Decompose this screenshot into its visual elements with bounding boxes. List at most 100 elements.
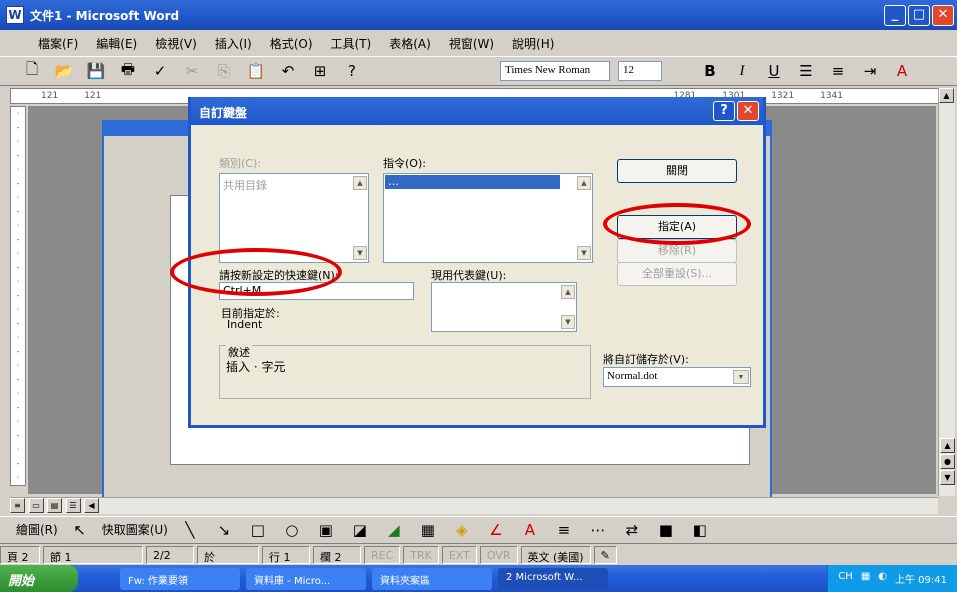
status-ext[interactable]: EXT xyxy=(441,545,477,564)
outline-view-icon[interactable]: ☰ xyxy=(65,498,81,513)
table-icon[interactable]: ⊞ xyxy=(308,62,332,80)
paste-icon[interactable]: 📋 xyxy=(244,62,268,80)
font-size-select[interactable]: 12 xyxy=(618,61,662,81)
list-down-icon[interactable]: ▼ xyxy=(577,246,591,260)
menu-help[interactable]: 說明(H) xyxy=(512,35,554,52)
ime-icon[interactable]: ▦ xyxy=(861,571,870,586)
autoshapes-menu[interactable]: 快取圖案(U) xyxy=(102,521,168,538)
status-trk[interactable]: TRK xyxy=(403,545,439,564)
oval-icon[interactable]: ○ xyxy=(280,521,304,539)
menu-format[interactable]: 格式(O) xyxy=(270,35,313,52)
open-folder-icon[interactable]: 📂 xyxy=(52,62,76,80)
normal-view-icon[interactable]: ≡ xyxy=(10,498,25,513)
start-button[interactable]: 開始 xyxy=(0,565,78,592)
line-icon[interactable]: ╲ xyxy=(178,521,202,539)
undo-icon[interactable]: ↶ xyxy=(276,62,300,80)
bold-icon[interactable]: B xyxy=(698,62,722,80)
category-item: 共用目錄 xyxy=(223,179,267,192)
minimize-button[interactable]: _ xyxy=(884,5,906,26)
spelling-icon[interactable]: ✓ xyxy=(148,62,172,80)
dialog-close-button[interactable]: ✕ xyxy=(737,101,759,121)
list-up-icon[interactable]: ▲ xyxy=(561,285,575,299)
fill-color-icon[interactable]: ◈ xyxy=(450,521,474,539)
underline-icon[interactable]: U xyxy=(762,62,786,80)
menu-file[interactable]: 檔案(F) xyxy=(38,35,78,52)
new-document-icon[interactable]: 🗋 xyxy=(20,59,44,84)
prev-page-icon[interactable]: ▲ xyxy=(940,438,955,453)
numbering-icon[interactable]: ☰ xyxy=(794,62,818,80)
textbox-icon[interactable]: ▣ xyxy=(314,521,338,539)
status-ovr[interactable]: OVR xyxy=(479,545,518,564)
command-list[interactable]: … ▲ ▼ xyxy=(383,173,593,263)
draw-menu[interactable]: 繪圖(R) xyxy=(16,521,58,538)
system-tray: CH ▦ ◐ 上午 09:41 xyxy=(827,565,957,592)
line-color-icon[interactable]: ∠ xyxy=(484,521,508,539)
list-up-icon[interactable]: ▲ xyxy=(577,176,591,190)
print-view-icon[interactable]: ▤ xyxy=(47,498,62,513)
draw-font-color-icon[interactable]: A xyxy=(518,521,542,539)
taskbar-item[interactable]: Fw: 作業要領 xyxy=(120,567,240,590)
next-page-icon[interactable]: ▼ xyxy=(940,470,955,485)
cut-icon[interactable]: ✂ xyxy=(180,62,204,80)
italic-icon[interactable]: I xyxy=(730,63,754,80)
clipart-icon[interactable]: ◢ xyxy=(382,521,406,539)
menu-bar: 檔案(F) 編輯(E) 檢視(V) 插入(I) 格式(O) 工具(T) 表格(A… xyxy=(0,30,957,56)
network-icon[interactable]: ◐ xyxy=(878,571,887,586)
font-size-value: 12 xyxy=(623,64,634,76)
line-style-icon[interactable]: ≡ xyxy=(552,521,576,539)
wordart-icon[interactable]: ◪ xyxy=(348,521,372,539)
save-icon[interactable]: 💾 xyxy=(84,62,108,80)
scroll-left-icon[interactable]: ◀ xyxy=(84,498,99,513)
status-rec[interactable]: REC xyxy=(364,545,401,564)
close-button[interactable]: ✕ xyxy=(932,5,954,26)
bullets-icon[interactable]: ≡ xyxy=(826,62,850,80)
status-page: 頁 2 xyxy=(0,545,40,564)
taskbar-item[interactable]: 資料夾案區 xyxy=(372,567,492,590)
menu-window[interactable]: 視窗(W) xyxy=(449,35,494,52)
current-keys-list[interactable]: ▲ ▼ xyxy=(431,282,577,332)
taskbar-item-active[interactable]: 2 Microsoft W... xyxy=(498,567,608,590)
status-col: 欄 2 xyxy=(313,545,361,564)
copy-icon[interactable]: ⎘ xyxy=(212,62,236,80)
picture-icon[interactable]: ▦ xyxy=(416,521,440,539)
rectangle-icon[interactable]: □ xyxy=(246,521,270,539)
scroll-up-icon[interactable]: ▲ xyxy=(939,88,954,103)
indent-icon[interactable]: ⇥ xyxy=(858,62,882,80)
menu-view[interactable]: 檢視(V) xyxy=(155,35,197,52)
web-view-icon[interactable]: ▭ xyxy=(28,498,44,513)
horizontal-scrollbar[interactable]: ≡ ▭ ▤ ☰ ◀ xyxy=(10,497,938,514)
font-name-select[interactable]: Times New Roman xyxy=(500,61,610,81)
spelling-status-icon[interactable]: ✎ xyxy=(593,545,617,564)
category-label: 類別(C): xyxy=(219,157,261,170)
font-color-icon[interactable]: A xyxy=(890,62,914,80)
clock[interactable]: 上午 09:41 xyxy=(895,571,947,586)
list-down-icon[interactable]: ▼ xyxy=(561,315,575,329)
dialog-help-button[interactable]: ? xyxy=(713,101,735,121)
command-item-selected[interactable]: … xyxy=(385,175,560,189)
menu-edit[interactable]: 編輯(E) xyxy=(96,35,137,52)
menu-table[interactable]: 表格(A) xyxy=(389,35,431,52)
drawing-toolbar: 繪圖(R) ↖ 快取圖案(U) ╲ ↘ □ ○ ▣ ◪ ◢ ▦ ◈ ∠ A ≡ … xyxy=(0,516,957,542)
taskbar-item[interactable]: 資料庫 - Micro... xyxy=(246,567,366,590)
maximize-button[interactable]: □ xyxy=(908,5,930,26)
dash-style-icon[interactable]: ⋯ xyxy=(586,521,610,539)
3d-icon[interactable]: ◧ xyxy=(688,521,712,539)
vertical-ruler[interactable]: · - · - · - · - · - · - · - · - · - · - · - · - · - · xyxy=(10,106,26,486)
help-icon[interactable]: ? xyxy=(340,62,364,80)
select-objects-icon[interactable]: ↖ xyxy=(68,521,92,539)
shadow-icon[interactable]: ■ xyxy=(654,521,678,539)
save-in-select[interactable]: Normal.dot ▼ xyxy=(603,367,751,387)
menu-insert[interactable]: 插入(I) xyxy=(215,35,252,52)
arrow-icon[interactable]: ↘ xyxy=(212,521,236,539)
language-indicator[interactable]: CH xyxy=(838,571,853,586)
vertical-scrollbar[interactable]: ▲ ▲ ● ▼ xyxy=(938,88,955,496)
menu-tools[interactable]: 工具(T) xyxy=(331,35,372,52)
word-app-icon[interactable]: W xyxy=(6,6,24,24)
reset-all-button[interactable]: 全部重設(S)... xyxy=(617,262,737,286)
arrow-style-icon[interactable]: ⇄ xyxy=(620,521,644,539)
print-icon[interactable]: 🖶 xyxy=(116,59,140,84)
dropdown-arrow-icon[interactable]: ▼ xyxy=(733,370,749,384)
start-label: 開始 xyxy=(8,574,35,589)
close-dialog-button[interactable]: 關閉 xyxy=(617,159,737,183)
select-browse-icon[interactable]: ● xyxy=(940,454,955,469)
